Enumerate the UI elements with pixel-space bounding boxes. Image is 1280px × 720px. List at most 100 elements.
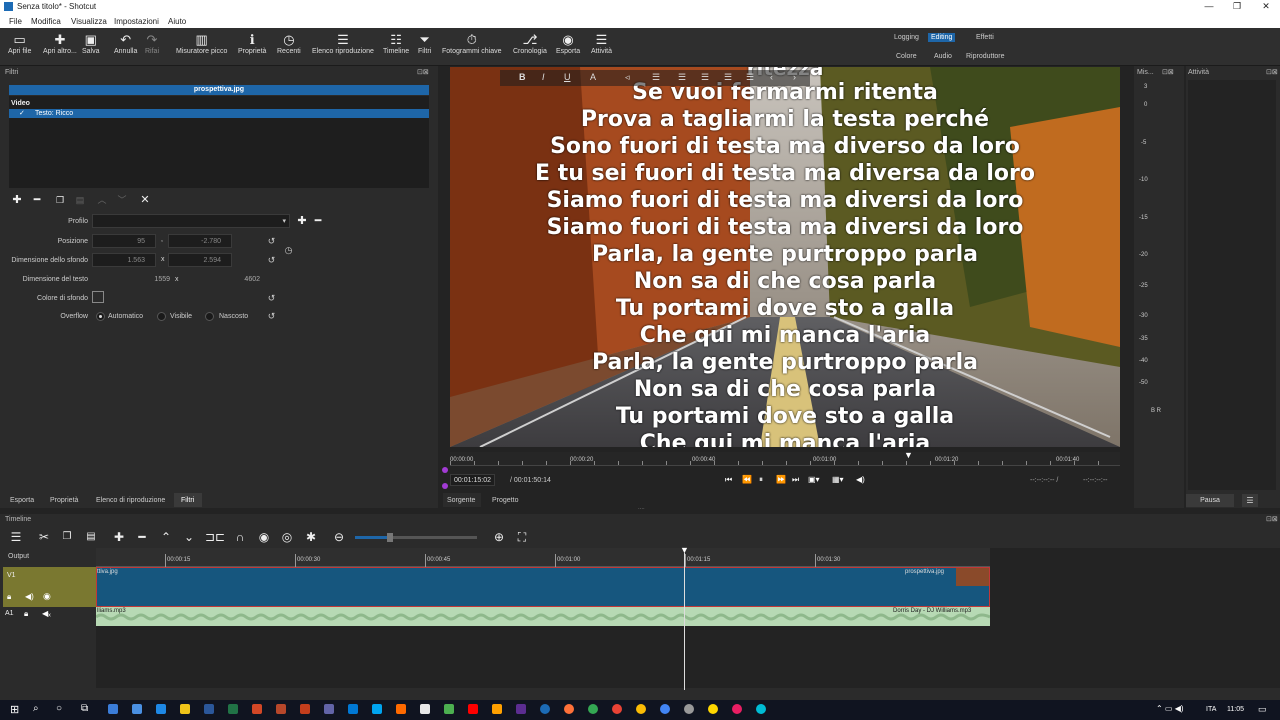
timeline-float-close-icon[interactable]: ⊡⊠ [1266, 515, 1278, 523]
position-y-input[interactable]: -2.780 [168, 234, 232, 248]
minimize-button[interactable]: — [1202, 1, 1216, 11]
save-button[interactable]: ▣ Salva [82, 32, 100, 55]
fast-forward-icon[interactable]: ⏩ [776, 475, 786, 484]
redo-button[interactable]: ↷ Rifai [145, 32, 159, 55]
menu-impostazioni[interactable]: Impostazioni [114, 17, 159, 26]
tab-progetto[interactable]: Progetto [492, 497, 518, 504]
taskbar-app-icon[interactable] [276, 704, 286, 714]
font-color-icon[interactable]: A [590, 72, 596, 82]
reset-overflow-icon[interactable]: ↺ [266, 311, 277, 322]
jobs-button[interactable]: ☰ Attività [591, 32, 612, 55]
taskbar-app-icon[interactable] [228, 704, 238, 714]
reset-bg-color-icon[interactable]: ↺ [266, 293, 277, 304]
taskbar-app-icon[interactable] [180, 704, 190, 714]
undo-button[interactable]: ↶ Annulla [114, 32, 137, 55]
layout-editing[interactable]: Editing [928, 33, 956, 42]
taskbar-app-icon[interactable] [372, 704, 382, 714]
layout-audio[interactable]: Audio [931, 52, 955, 61]
tab-esporta[interactable]: Esporta [10, 497, 34, 504]
jobs-menu-icon[interactable]: ☰ [1242, 494, 1258, 507]
layout-colore[interactable]: Colore [893, 52, 920, 61]
taskbar-app-icon[interactable] [540, 704, 550, 714]
filter-enabled-checkbox[interactable]: ✓ [19, 109, 25, 117]
timeline-menu-icon[interactable]: ☰ [9, 530, 23, 544]
tab-proprieta[interactable]: Proprietà [50, 497, 78, 504]
open-file-button[interactable]: ▭ Apri file [8, 32, 31, 55]
deselect-filter-icon[interactable]: ✕ [138, 193, 152, 207]
zoom-in-icon[interactable]: ⊕ [492, 530, 506, 544]
properties-button[interactable]: ℹ Proprietà [238, 32, 266, 55]
taskbar-app-icon[interactable] [660, 704, 670, 714]
maximize-button[interactable]: ❐ [1230, 1, 1244, 12]
paste-filter-icon[interactable]: ▤ [73, 193, 87, 207]
taskbar-app-icon[interactable] [300, 704, 310, 714]
rewind-icon[interactable]: ⏪ [742, 475, 752, 484]
save-profile-icon[interactable]: ✚ [295, 214, 309, 228]
peak-meter-button[interactable]: ▥ Misuratore picco [176, 32, 227, 55]
cut-icon[interactable]: ✂ [37, 530, 51, 544]
preview-time-ruler[interactable]: 00:00:00 00:00:20 00:00:40 00:01:00 00:01:20… [450, 452, 1120, 466]
export-button[interactable]: ◉ Esporta [556, 32, 580, 55]
align-center-icon[interactable]: ☰ [678, 72, 686, 83]
keyframes-button[interactable]: ⏱ Fotogrammi chiave [442, 32, 502, 55]
align-right-icon[interactable]: ☰ [701, 72, 709, 83]
windows-start-icon[interactable]: ⊞ [10, 703, 19, 716]
timeline-button[interactable]: ☷ Timeline [383, 32, 409, 55]
taskbar-app-icon[interactable] [564, 704, 574, 714]
grid-icon[interactable]: ▦▾ [832, 475, 844, 484]
reset-bg-size-icon[interactable]: ↺ [266, 255, 277, 266]
skip-previous-icon[interactable]: ⏮ [725, 475, 732, 485]
panel-float-close-icon[interactable]: ⊡⊠ [417, 68, 429, 76]
tab-filtri[interactable]: Filtri [181, 497, 194, 504]
meter-float-close-icon[interactable]: ⊡⊠ [1162, 68, 1174, 76]
jobs-float-close-icon[interactable]: ⊡⊠ [1266, 68, 1278, 76]
filter-button[interactable]: ⏷ Filtri [418, 32, 431, 55]
copy-filter-icon[interactable]: ❐ [53, 193, 67, 207]
align-left-icon[interactable]: ☰ [652, 72, 660, 83]
taskbar-app-icon[interactable] [108, 704, 118, 714]
taskbar-app-icon[interactable] [204, 704, 214, 714]
taskbar-app-icon[interactable] [252, 704, 262, 714]
justify-icon[interactable]: ☰ [724, 72, 732, 83]
a1-lock-icon[interactable]: 🔒︎ [24, 609, 28, 619]
add-filter-icon[interactable]: ✚ [10, 193, 24, 207]
position-x-input[interactable]: 95 [92, 234, 156, 248]
bold-icon[interactable]: B [519, 72, 526, 82]
playlist-button[interactable]: ☰ Elenco riproduzione [312, 32, 374, 55]
taskbar-app-icon[interactable] [468, 704, 478, 714]
ripple-delete-icon[interactable]: ━ [135, 530, 149, 544]
lift-icon[interactable]: ⌃ [159, 530, 173, 544]
tab-elenco-riproduzione[interactable]: Elenco di riproduzione [96, 497, 165, 504]
taskbar-app-icon[interactable] [492, 704, 502, 714]
splitter-handle-icon[interactable]: ∙∙∙∙ [638, 506, 645, 512]
taskbar-app-icon[interactable] [324, 704, 334, 714]
lock-icon[interactable]: 🔒︎ [7, 592, 11, 602]
tab-sorgente[interactable]: Sorgente [447, 497, 475, 504]
audio-clip[interactable] [96, 607, 990, 626]
delete-profile-icon[interactable]: ━ [311, 214, 325, 228]
taskbar-app-icon[interactable] [132, 704, 142, 714]
move-up-icon[interactable]: ︿ [95, 193, 109, 207]
layout-riproduttore[interactable]: Riproduttore [963, 52, 1008, 61]
taskbar-app-icon[interactable] [396, 704, 406, 714]
cortana-icon[interactable]: ○ [56, 703, 62, 714]
video-clip[interactable] [96, 567, 990, 607]
append-icon[interactable]: ✚ [112, 530, 126, 544]
undo-text-icon[interactable]: ‹ [770, 72, 773, 82]
overflow-visible-radio[interactable] [157, 312, 166, 321]
zoom-slider[interactable] [355, 533, 477, 542]
italic-icon[interactable]: I [542, 72, 545, 82]
zoom-fit-icon[interactable]: ⛶ [515, 530, 529, 544]
taskbar-app-icon[interactable] [684, 704, 694, 714]
menu-modifica[interactable]: Modifica [31, 17, 61, 26]
scrub-icon[interactable]: ◉ [257, 530, 271, 544]
copy-icon[interactable]: ❐ [60, 530, 74, 544]
keyframe-icon[interactable]: ◷ [283, 245, 294, 256]
mute-icon[interactable]: ◀) [25, 592, 34, 601]
zoom-icon[interactable]: ▣▾ [808, 475, 820, 484]
close-button[interactable]: ✕ [1259, 1, 1273, 12]
profile-dropdown[interactable]: ▾ [92, 214, 290, 228]
recent-button[interactable]: ◷ Recenti [277, 32, 301, 55]
overflow-hidden-radio[interactable] [205, 312, 214, 321]
layout-effetti[interactable]: Effetti [973, 33, 997, 42]
